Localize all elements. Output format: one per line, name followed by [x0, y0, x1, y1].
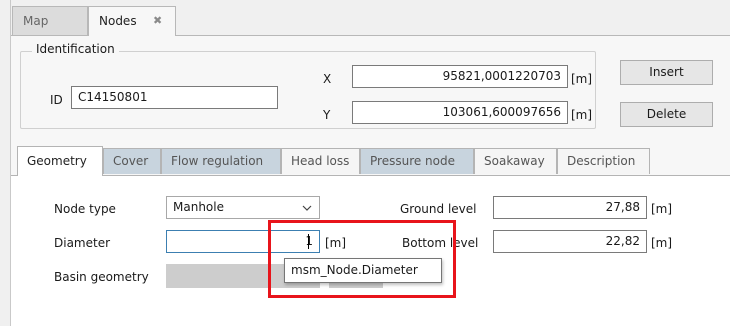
chevron-down-icon [302, 205, 312, 211]
ground-level-unit: [m] [651, 202, 673, 216]
node-type-label: Node type [54, 202, 116, 216]
bottom-level-input[interactable]: 22,82 [493, 230, 647, 253]
doc-tab-nodes-label: Nodes [99, 14, 137, 28]
tab-cover[interactable]: Cover [103, 148, 161, 174]
doc-tab-map[interactable]: Map [12, 6, 88, 35]
tab-head-loss[interactable]: Head loss [281, 148, 360, 174]
tab-cover-label: Cover [113, 154, 149, 168]
basin-geometry-label: Basin geometry [54, 270, 149, 284]
dock-edge [0, 0, 11, 326]
tab-description-label: Description [567, 154, 636, 168]
x-label: X [323, 72, 332, 86]
id-label: ID [50, 93, 63, 107]
id-input[interactable]: C14150801 [71, 86, 278, 109]
tab-soakaway-label: Soakaway [484, 154, 545, 168]
tab-pressure-node-label: Pressure node [370, 154, 456, 168]
tab-head-loss-label: Head loss [291, 154, 350, 168]
tab-description[interactable]: Description [557, 148, 650, 174]
close-icon[interactable]: ✖ [153, 7, 162, 35]
tab-soakaway[interactable]: Soakaway [474, 148, 557, 174]
node-type-select[interactable]: Manhole [166, 196, 320, 219]
doc-tab-map-label: Map [23, 14, 49, 28]
ground-level-label: Ground level [400, 202, 477, 216]
tab-pressure-node[interactable]: Pressure node [360, 148, 474, 174]
insert-button[interactable]: Insert [620, 60, 713, 85]
ground-level-input[interactable]: 27,88 [493, 196, 647, 219]
tab-flow-regulation-label: Flow regulation [171, 154, 264, 168]
tab-geometry-label: Geometry [27, 154, 87, 168]
delete-button[interactable]: Delete [620, 102, 713, 127]
x-input[interactable]: 95821,0001220703 [352, 65, 568, 88]
x-unit: [m] [571, 72, 593, 86]
diameter-label: Diameter [54, 236, 111, 250]
y-input[interactable]: 103061,600097656 [352, 101, 568, 124]
identification-legend: Identification [32, 42, 119, 56]
tab-geometry[interactable]: Geometry [17, 146, 103, 176]
tab-flow-regulation[interactable]: Flow regulation [161, 148, 281, 174]
y-unit: [m] [571, 108, 593, 122]
bottom-level-unit: [m] [651, 236, 673, 250]
y-label: Y [323, 108, 331, 122]
highlight-box [268, 220, 456, 298]
node-type-value: Manhole [173, 200, 224, 214]
doc-tab-nodes[interactable]: Nodes ✖ [88, 6, 176, 36]
